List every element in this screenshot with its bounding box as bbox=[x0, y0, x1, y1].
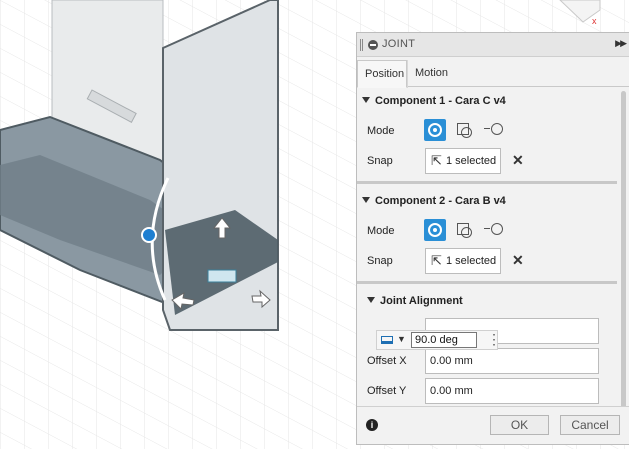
component1-snap-selection[interactable]: ⇱ 1 selected bbox=[425, 148, 501, 174]
minus-circle-icon[interactable] bbox=[368, 40, 378, 50]
panel-scrollbar[interactable] bbox=[621, 91, 626, 409]
collapse-triangle-icon bbox=[362, 97, 370, 103]
mode-between-icon[interactable] bbox=[453, 219, 475, 241]
offset-y-value: 0.00 mm bbox=[430, 385, 473, 397]
angle-input[interactable]: 90.0 deg bbox=[411, 332, 477, 348]
tab-bar: Position Motion bbox=[357, 57, 629, 88]
component1-snap-label: Snap bbox=[367, 155, 393, 167]
component2-snap-value: 1 selected bbox=[446, 255, 497, 267]
offset-x-field[interactable]: 0.00 mm bbox=[425, 348, 599, 374]
cursor-icon: ⇱ bbox=[431, 153, 442, 168]
component2-snap-selection[interactable]: ⇱ 1 selected bbox=[425, 248, 501, 274]
dropdown-arrow-icon[interactable]: ▼ bbox=[397, 334, 406, 344]
tab-motion[interactable]: Motion bbox=[407, 60, 455, 88]
component1-clear-icon[interactable]: ✕ bbox=[512, 152, 524, 169]
mode-center-icon[interactable] bbox=[483, 119, 505, 141]
cursor-icon: ⇱ bbox=[431, 253, 442, 268]
angle-type-icon[interactable] bbox=[381, 336, 393, 344]
joint-panel: JOINT ▶▶ Position Motion Component 1 - C… bbox=[356, 32, 629, 445]
offset-x-value: 0.00 mm bbox=[430, 355, 473, 367]
component1-mode-label: Mode bbox=[367, 125, 395, 137]
cancel-button[interactable]: Cancel bbox=[560, 415, 620, 435]
more-options-icon[interactable]: ⋮ bbox=[487, 332, 501, 346]
mode-between-icon[interactable] bbox=[453, 119, 475, 141]
component2-title: Component 2 - Cara B v4 bbox=[375, 195, 506, 207]
panel-title: JOINT bbox=[382, 38, 416, 50]
offset-x-label: Offset X bbox=[367, 355, 407, 367]
component2-clear-icon[interactable]: ✕ bbox=[512, 252, 524, 269]
angle-input-popup: ▼ 90.0 deg ⋮ bbox=[376, 330, 501, 350]
rotation-handle[interactable] bbox=[141, 227, 157, 243]
drag-grip-icon[interactable] bbox=[360, 39, 363, 51]
component1-header[interactable]: Component 1 - Cara C v4 bbox=[362, 95, 506, 107]
expand-icon[interactable]: ▶▶ bbox=[615, 38, 627, 49]
alignment-title: Joint Alignment bbox=[380, 295, 463, 307]
panel-footer: i OK Cancel bbox=[357, 406, 629, 444]
collapse-triangle-icon bbox=[367, 297, 375, 303]
alignment-header[interactable]: Joint Alignment bbox=[367, 295, 463, 307]
mode-center-icon[interactable] bbox=[483, 219, 505, 241]
mode-simple-icon[interactable] bbox=[424, 119, 446, 141]
mode-simple-icon[interactable] bbox=[424, 219, 446, 241]
panel-titlebar[interactable]: JOINT ▶▶ bbox=[357, 33, 629, 57]
component2-header[interactable]: Component 2 - Cara B v4 bbox=[362, 195, 506, 207]
offset-y-field[interactable]: 0.00 mm bbox=[425, 378, 599, 404]
tab-position[interactable]: Position bbox=[357, 60, 407, 88]
section-divider bbox=[357, 181, 617, 184]
collapse-triangle-icon bbox=[362, 197, 370, 203]
component1-snap-value: 1 selected bbox=[446, 155, 497, 167]
component2-mode-label: Mode bbox=[367, 225, 395, 237]
ok-button[interactable]: OK bbox=[490, 415, 549, 435]
info-icon[interactable]: i bbox=[366, 419, 378, 431]
component2-snap-label: Snap bbox=[367, 255, 393, 267]
svg-text:x: x bbox=[592, 16, 597, 26]
offset-y-label: Offset Y bbox=[367, 385, 407, 397]
component1-title: Component 1 - Cara C v4 bbox=[375, 95, 506, 107]
section-divider bbox=[357, 281, 617, 284]
